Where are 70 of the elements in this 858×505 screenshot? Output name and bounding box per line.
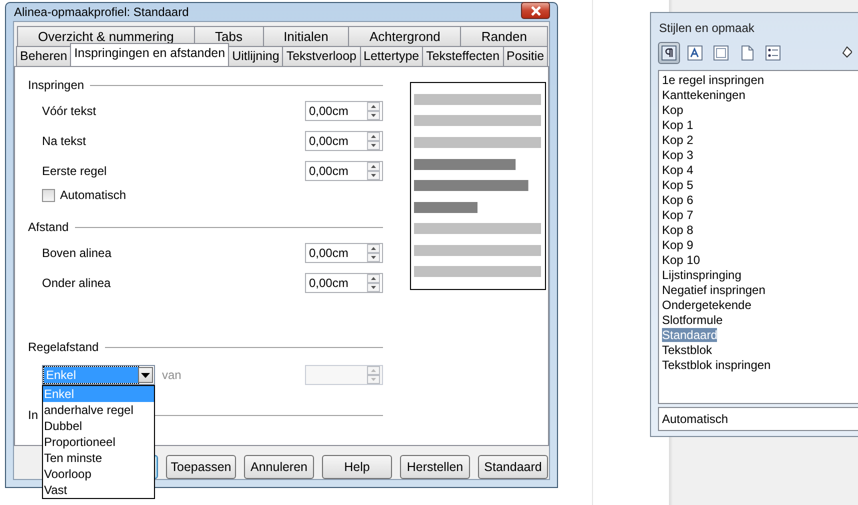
- style-item[interactable]: Kop 4: [662, 163, 694, 177]
- spin-field[interactable]: 0,00cm: [305, 243, 383, 263]
- spin-arrows-icon[interactable]: [367, 244, 380, 262]
- spin-arrows-icon[interactable]: [367, 274, 380, 292]
- section-heading: In: [28, 408, 38, 422]
- dialog-button[interactable]: Standaard: [478, 455, 548, 479]
- page-style-icon: [739, 45, 755, 61]
- style-item[interactable]: 1e regel inspringen: [662, 73, 764, 87]
- style-item[interactable]: Kanttekeningen: [662, 88, 746, 102]
- style-item[interactable]: Slotformule: [662, 313, 723, 327]
- spin-field[interactable]: 0,00cm: [305, 161, 383, 181]
- tab[interactable]: Teksteffecten: [422, 46, 504, 66]
- style-item[interactable]: Kop 1: [662, 118, 694, 132]
- toolbar-button[interactable]: [658, 42, 680, 64]
- field-label: Eerste regel: [42, 164, 107, 178]
- checkbox[interactable]: [42, 188, 55, 202]
- character-style-icon: [687, 45, 703, 61]
- field-label: Vóór tekst: [42, 104, 96, 118]
- style-item[interactable]: Negatief inspringen: [662, 283, 766, 297]
- style-item[interactable]: Kop 5: [662, 178, 694, 192]
- spin-field[interactable]: 0,00cm: [305, 101, 383, 121]
- tab[interactable]: Lettertype: [360, 46, 424, 66]
- style-item[interactable]: Kop 7: [662, 208, 694, 222]
- field-label: Boven alinea: [42, 246, 112, 260]
- style-item[interactable]: Kop 6: [662, 193, 694, 207]
- frame-style-icon: [713, 45, 729, 61]
- caret-icon: [141, 372, 150, 378]
- tab[interactable]: Randen: [460, 26, 548, 46]
- style-item[interactable]: Kop 3: [662, 148, 694, 162]
- filter-dropdown[interactable]: Automatisch: [658, 407, 858, 431]
- tab[interactable]: Uitlijning: [228, 46, 284, 66]
- spin-arrows-icon[interactable]: [367, 162, 380, 180]
- unit-label: van: [162, 368, 182, 382]
- style-item[interactable]: Kop 8: [662, 223, 694, 237]
- tab[interactable]: Positie: [502, 46, 548, 66]
- spin-field[interactable]: 0,00cm: [305, 131, 383, 151]
- dialog-button[interactable]: Herstellen: [400, 455, 470, 479]
- tab[interactable]: Initialen: [262, 26, 350, 46]
- tab[interactable]: Achtergrond: [348, 26, 462, 46]
- style-item[interactable]: Tekstblok inspringen: [662, 358, 771, 372]
- field-label: Onder alinea: [42, 276, 111, 290]
- window-title: Alinea-opmaakprofiel: Standaard: [13, 5, 189, 19]
- style-item[interactable]: Kop 10: [662, 253, 700, 267]
- spin-field[interactable]: [305, 365, 383, 385]
- field-label: Na tekst: [42, 134, 86, 148]
- style-item[interactable]: Tekstblok: [662, 343, 712, 357]
- section-heading: Afstand: [28, 220, 69, 234]
- paragraph-style-icon: [661, 45, 677, 61]
- spin-arrows-icon[interactable]: [367, 102, 380, 120]
- dialog-button[interactable]: Annuleren: [244, 455, 314, 479]
- style-item[interactable]: Ondergetekende: [662, 298, 752, 312]
- close-icon: [530, 6, 542, 16]
- spin-field[interactable]: 0,00cm: [305, 273, 383, 293]
- style-item[interactable]: Kop 2: [662, 133, 694, 147]
- close-button[interactable]: [521, 2, 550, 19]
- tab[interactable]: Inspringingen en afstanden: [70, 43, 230, 66]
- section-heading: Regelafstand: [28, 340, 99, 354]
- tab[interactable]: Tabs: [194, 26, 264, 46]
- list-style-icon: [765, 45, 781, 61]
- checkbox-label: Automatisch: [60, 188, 126, 202]
- spin-arrows-icon[interactable]: [367, 132, 380, 150]
- panel-title: Stijlen en opmaak: [658, 20, 756, 37]
- dialog-button[interactable]: Help: [322, 455, 392, 479]
- tab[interactable]: Beheren: [16, 46, 72, 66]
- dialog-button[interactable]: Toepassen: [166, 455, 236, 479]
- tab[interactable]: Tekstverloop: [282, 46, 361, 66]
- style-item[interactable]: Kop: [662, 103, 684, 117]
- style-item[interactable]: Kop 9: [662, 238, 694, 252]
- section-heading: Inspringen: [28, 78, 84, 92]
- style-item[interactable]: Lijstinspringing: [662, 268, 742, 282]
